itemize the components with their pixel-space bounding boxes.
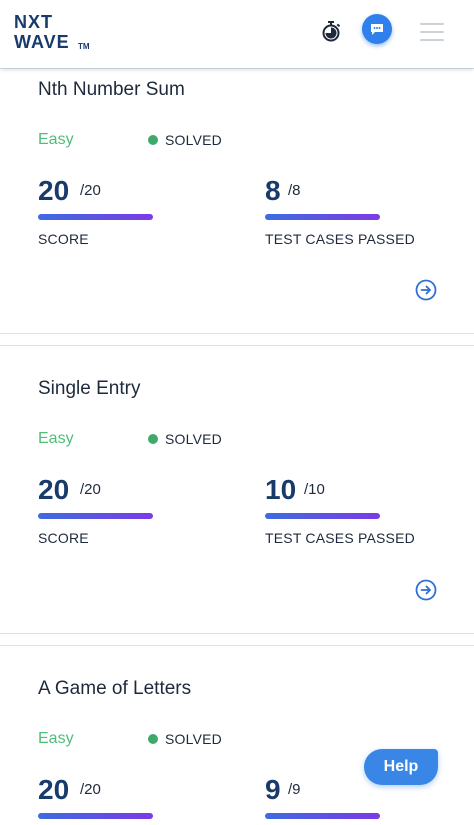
arrow-right-circle-icon[interactable] [415,279,437,301]
stopwatch-icon[interactable] [320,20,342,42]
test-cases-total: /9 [288,781,301,798]
logo-text-top: NXT [14,12,53,32]
solved-status-dot [148,434,158,444]
score-label: SCORE [38,231,89,247]
score-progress-bar [38,813,153,819]
problem-card[interactable]: A Game of Letters Easy SOLVED 20 /20 9 /… [0,645,474,825]
test-cases-total: /10 [304,481,325,498]
test-cases-total: /8 [288,182,301,199]
test-cases-progress-bar [265,813,380,819]
status-label: SOLVED [165,731,222,747]
score-total: /20 [80,481,101,498]
help-button[interactable]: Help [364,749,438,785]
score-value: 20 [38,175,70,206]
difficulty-label: Easy [38,730,74,747]
chat-icon [371,24,383,35]
solved-status-dot [148,135,158,145]
logo-text-bottom: WAVE [14,32,70,52]
score-value: 20 [38,774,70,805]
score-label: SCORE [38,530,89,546]
score-progress-bar [38,513,153,519]
score-value: 20 [38,474,70,505]
menu-icon[interactable] [420,22,444,42]
test-cases-progress-bar [265,214,380,220]
solved-status-dot [148,734,158,744]
test-cases-label: TEST CASES PASSED [265,231,415,247]
status-label: SOLVED [165,431,222,447]
difficulty-label: Easy [38,430,74,447]
test-cases-progress-bar [265,513,380,519]
problem-title: Single Entry [38,378,141,399]
status-label: SOLVED [165,132,222,148]
score-total: /20 [80,781,101,798]
nxtwave-logo[interactable]: NXT WAVE TM [14,12,94,52]
score-total: /20 [80,182,101,199]
score-progress-bar [38,214,153,220]
test-cases-label: TEST CASES PASSED [265,530,415,546]
test-cases-value: 10 [265,474,297,505]
difficulty-label: Easy [38,131,74,148]
arrow-right-circle-icon[interactable] [415,579,437,601]
problem-title: A Game of Letters [38,678,192,699]
test-cases-value: 9 [265,774,281,805]
problem-card[interactable]: Nth Number Sum Easy SOLVED 20 /20 SCORE … [0,68,474,334]
problem-title: Nth Number Sum [38,79,185,100]
chat-button[interactable] [362,14,392,44]
logo-trademark: TM [78,42,90,51]
test-cases-value: 8 [265,175,281,206]
problem-card[interactable]: Single Entry Easy SOLVED 20 /20 SCORE 10… [0,345,474,634]
top-header: NXT WAVE TM [0,0,474,68]
